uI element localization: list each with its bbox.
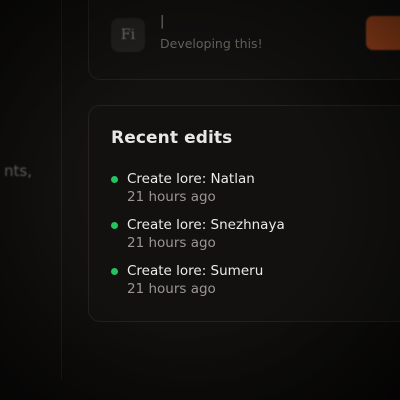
edit-timestamp: 21 hours ago (127, 235, 216, 251)
sidebar: nts, (0, 0, 62, 400)
edit-label[interactable]: Create lore: Snezhnaya (127, 217, 285, 233)
list-item[interactable]: Create lore: Natlan 21 hours ago (111, 171, 371, 211)
page: nts, Fi | Developing this! Recent edits … (0, 0, 400, 400)
status-dot-icon (111, 268, 118, 275)
sidebar-divider (61, 0, 62, 380)
list-item[interactable]: Create lore: Snezhnaya 21 hours ago (111, 217, 371, 257)
list-item[interactable]: Create lore: Sumeru 21 hours ago (111, 263, 371, 303)
post-author: | (160, 14, 165, 29)
edit-label[interactable]: Create lore: Sumeru (127, 263, 263, 279)
sidebar-text-fragment: nts, (4, 162, 32, 180)
accent-action-button[interactable] (366, 16, 400, 50)
edit-label[interactable]: Create lore: Natlan (127, 171, 255, 187)
edit-timestamp: 21 hours ago (127, 189, 216, 205)
avatar[interactable]: Fi (111, 18, 145, 52)
edit-timestamp: 21 hours ago (127, 281, 216, 297)
post-status-text: Developing this! (160, 36, 263, 51)
status-dot-icon (111, 222, 118, 229)
recent-edits-title: Recent edits (111, 128, 233, 148)
status-dot-icon (111, 176, 118, 183)
